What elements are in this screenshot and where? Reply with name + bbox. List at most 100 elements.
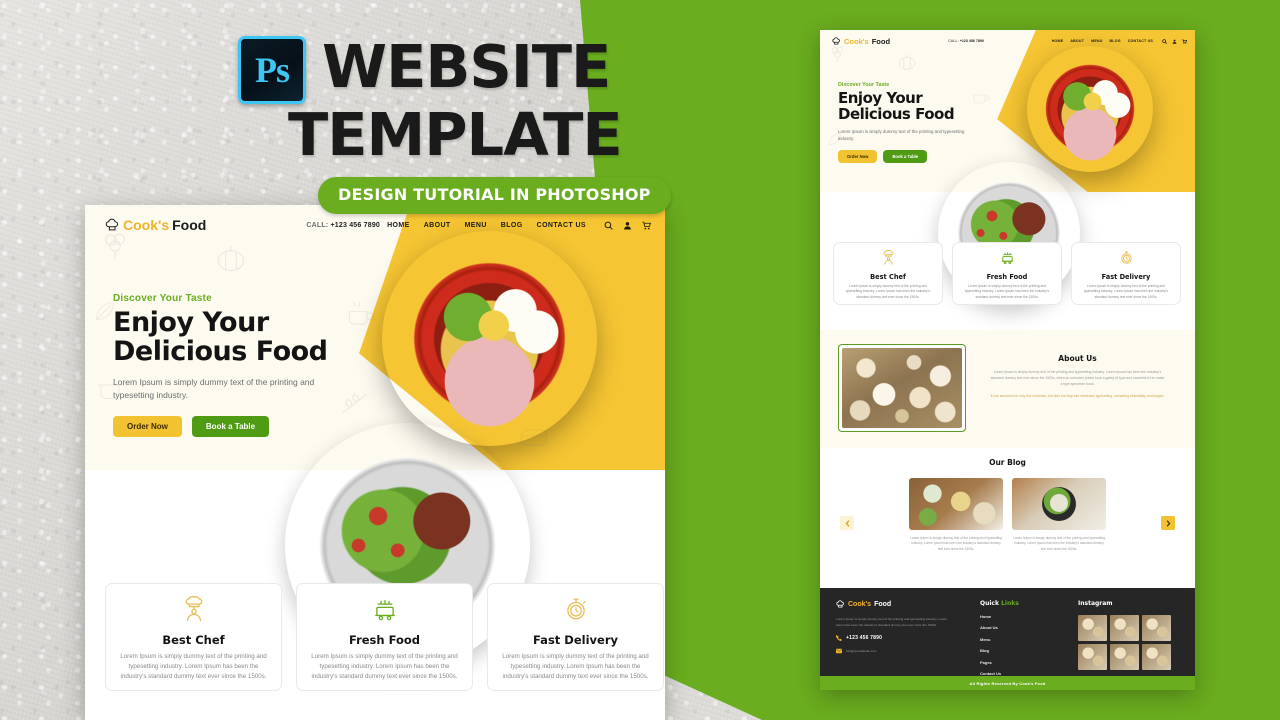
- nav-item-contact-us[interactable]: CONTACT US: [1128, 39, 1153, 43]
- blog-card[interactable]: Lorem Ipsum is simply dummy text of the …: [909, 478, 1003, 552]
- carousel-prev-button[interactable]: [840, 516, 854, 530]
- food-cart-icon: [374, 600, 395, 621]
- quick-links-title-word2: Links: [1001, 600, 1019, 607]
- stopwatch-icon: [566, 598, 586, 620]
- copyright-text: All Rights Reserved By Cook's Food: [969, 680, 1046, 686]
- feature-card-best-chef[interactable]: Best Chef Lorem Ipsum is simply dummy te…: [105, 583, 282, 691]
- cart-icon[interactable]: [642, 221, 651, 230]
- feature-card-fresh-food[interactable]: Fresh Food Lorem Ipsum is simply dummy t…: [296, 583, 473, 691]
- blog-text: Lorem Ipsum is simply dummy text of the …: [910, 536, 1002, 551]
- feature-card-fast-delivery[interactable]: Fast Delivery Lorem Ipsum is simply dumm…: [1071, 242, 1181, 305]
- feature-card-fresh-food[interactable]: Fresh Food Lorem Ipsum is simply dummy t…: [952, 242, 1062, 305]
- hero-title: Enjoy Your Delicious Food: [113, 307, 363, 366]
- nav-item-contact-us[interactable]: CONTACT US: [537, 222, 586, 229]
- chevron-right-icon: [1166, 519, 1170, 527]
- feature-title-best-chef: Best Chef: [162, 633, 225, 647]
- search-icon[interactable]: [1162, 38, 1167, 44]
- nav-item-blog[interactable]: BLOG: [1110, 39, 1121, 43]
- header-phone[interactable]: CALL: +123 456 7890: [306, 222, 380, 229]
- nav-item-home[interactable]: HOME: [1052, 39, 1064, 43]
- feature-title-fresh-food: Fresh Food: [348, 633, 421, 647]
- book-a-table-button[interactable]: Book a Table: [883, 150, 928, 164]
- footer-about-text: Lorem Ipsum is simply dummy text of the …: [836, 617, 948, 627]
- blog-text: Lorem Ipsum is simply dummy text of the …: [1013, 536, 1105, 551]
- title-logo-row: Ps WEBSITE: [238, 36, 658, 104]
- footer-link-menu[interactable]: Menu: [980, 637, 1060, 642]
- title-line-2: TEMPLATE: [288, 100, 623, 169]
- nav-item-blog[interactable]: BLOG: [501, 222, 523, 229]
- feature-card-fast-delivery[interactable]: Fast Delivery Lorem Ipsum is simply dumm…: [487, 583, 664, 691]
- footer-instagram-column: Instagram: [1078, 600, 1183, 670]
- main-nav: HOME ABOUT MENU BLOG CONTACT US: [387, 221, 651, 230]
- nav-item-home[interactable]: HOME: [387, 222, 410, 229]
- feature-text-fresh-food: Lorem Ipsum is simply dummy text of the …: [965, 284, 1049, 299]
- instagram-thumb[interactable]: [1142, 615, 1171, 641]
- blog-card[interactable]: Lorem Ipsum is simply dummy text of the …: [1012, 478, 1106, 552]
- footer-link-pages[interactable]: Pages: [980, 660, 1060, 665]
- blog-title: Our Blog: [989, 458, 1026, 467]
- footer-phone: +123 456 7890: [846, 635, 883, 642]
- feature-text-best-chef: Lorem Ipsum is simply dummy text of the …: [120, 653, 267, 681]
- hero-button-group: Order Now Book a Table: [113, 415, 363, 437]
- quick-links-title-word1: Quick: [980, 600, 1002, 607]
- user-icon[interactable]: [623, 221, 632, 230]
- order-now-button[interactable]: Order Now: [838, 150, 878, 164]
- brand-logo[interactable]: Cook's Food: [105, 217, 206, 233]
- footer-brand-logo[interactable]: Cook's Food: [836, 600, 954, 609]
- feature-text-fast-delivery: Lorem Ipsum is simply dummy text of the …: [502, 653, 649, 681]
- footer-about-column: Cook's Food Lorem Ipsum is simply dummy …: [836, 600, 954, 654]
- nav-item-about[interactable]: ABOUT: [424, 222, 451, 229]
- header-icon-group: [1162, 38, 1187, 44]
- call-number: +123 456 7890: [330, 221, 381, 229]
- full-hero-text-block: Discover Your Taste Enjoy Your Delicious…: [838, 82, 998, 164]
- instagram-thumb[interactable]: [1110, 644, 1139, 670]
- user-icon[interactable]: [1172, 39, 1177, 44]
- footer-link-blog[interactable]: Blog: [980, 648, 1060, 653]
- blog-image: [909, 478, 1003, 530]
- footer-email-row[interactable]: info@yourwebsite.com: [836, 648, 954, 654]
- about-paragraph-highlight: It has survived not only five centuries,…: [990, 393, 1165, 398]
- brand-logo[interactable]: Cook's Food: [832, 37, 890, 46]
- instagram-thumb[interactable]: [1142, 644, 1171, 670]
- feature-title-fast-delivery: Fast Delivery: [1101, 273, 1151, 281]
- subtitle-badge: DESIGN TUTORIAL IN PHOTOSHOP: [318, 176, 671, 214]
- instagram-thumb[interactable]: [1078, 615, 1107, 641]
- cart-icon[interactable]: [1182, 38, 1187, 44]
- about-section: About Us Lorem Ipsum is simply dummy tex…: [820, 330, 1195, 448]
- brand-name-part2: Food: [874, 601, 892, 608]
- nav-item-about[interactable]: ABOUT: [1070, 39, 1084, 43]
- instagram-thumb[interactable]: [1110, 615, 1139, 641]
- feature-card-best-chef[interactable]: Best Chef Lorem Ipsum is simply dummy te…: [833, 242, 943, 305]
- stopwatch-icon: [1120, 251, 1132, 264]
- chef-hat-icon: [832, 36, 840, 44]
- feature-text-best-chef: Lorem Ipsum is simply dummy text of the …: [846, 284, 930, 299]
- hero-paragraph: Lorem Ipsum is simply dummy text of the …: [113, 377, 315, 401]
- header-phone[interactable]: CALL: +123 456 7890: [948, 39, 984, 43]
- hero-paragraph: Lorem Ipsum is simply dummy text of the …: [838, 128, 965, 141]
- book-a-table-button[interactable]: Book a Table: [191, 415, 270, 437]
- search-icon[interactable]: [604, 221, 613, 230]
- hero-title-line-2: Delicious Food: [838, 104, 955, 123]
- title-line-1: WEBSITE: [322, 32, 611, 101]
- copyright-bar: All Rights Reserved By Cook's Food: [820, 676, 1195, 690]
- footer-link-about-us[interactable]: About Us: [980, 625, 1060, 630]
- full-page-mockup: Cook's Food CALL: +123 456 7890 HOME ABO…: [820, 30, 1195, 690]
- instagram-thumb[interactable]: [1078, 644, 1107, 670]
- footer-email: info@yourwebsite.com: [846, 649, 877, 654]
- nav-item-menu[interactable]: MENU: [465, 222, 487, 229]
- brand-name-part2: Food: [871, 36, 891, 46]
- hero-eyebrow: Discover Your Taste: [113, 293, 212, 304]
- subtitle-text: DESIGN TUTORIAL IN PHOTOSHOP: [338, 184, 651, 204]
- order-now-button[interactable]: Order Now: [113, 415, 182, 437]
- mail-icon: [836, 648, 842, 654]
- carousel-next-button[interactable]: [1161, 516, 1175, 530]
- footer-phone-row[interactable]: +123 456 7890: [836, 635, 954, 642]
- phone-icon: [836, 635, 842, 642]
- nav-item-menu[interactable]: MENU: [1091, 39, 1102, 43]
- hero-title-line-1: Enjoy Your: [113, 307, 269, 338]
- hero-ramen-image: [1027, 46, 1153, 172]
- instagram-grid: [1078, 615, 1183, 670]
- hero-ramen-image: [382, 231, 597, 446]
- footer-link-home[interactable]: Home: [980, 614, 1060, 619]
- about-title: About Us: [1058, 354, 1097, 363]
